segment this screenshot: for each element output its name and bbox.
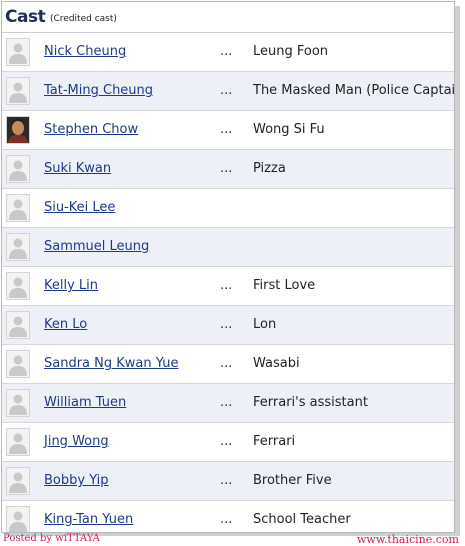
actor-name-link[interactable]: Jing Wong bbox=[44, 434, 109, 449]
cast-row: Tat-Ming Cheung... The Masked Man (Police… bbox=[2, 72, 454, 111]
cast-row: Suki Kwan... Pizza bbox=[2, 150, 454, 189]
character-name: Wong Si Fu bbox=[253, 122, 325, 137]
character-name: The Masked Man (Police Captain) bbox=[253, 83, 455, 98]
placeholder-avatar-icon[interactable] bbox=[6, 38, 30, 66]
role-separator: ... bbox=[220, 395, 233, 410]
role-separator: ... bbox=[220, 122, 233, 137]
placeholder-avatar-icon[interactable] bbox=[6, 194, 30, 222]
actor-name-link[interactable]: Bobby Yip bbox=[44, 473, 109, 488]
character-name: Brother Five bbox=[253, 473, 332, 488]
placeholder-avatar-icon[interactable] bbox=[6, 155, 30, 183]
cast-row: Sammuel Leung bbox=[2, 228, 454, 267]
role-separator: ... bbox=[220, 356, 233, 371]
frame-shadow-right bbox=[455, 6, 460, 534]
role-separator: ... bbox=[220, 83, 233, 98]
cast-title: Cast bbox=[5, 7, 46, 27]
character-name: Leung Foon bbox=[253, 44, 329, 59]
character-name: Ferrari bbox=[253, 434, 296, 449]
cast-subtitle: (Credited cast) bbox=[50, 14, 117, 24]
role-separator: ... bbox=[220, 317, 233, 332]
placeholder-avatar-icon[interactable] bbox=[6, 467, 30, 495]
actor-name-link[interactable]: Sandra Ng Kwan Yue bbox=[44, 356, 178, 371]
placeholder-avatar-icon[interactable] bbox=[6, 77, 30, 105]
actor-name-link[interactable]: Siu-Kei Lee bbox=[44, 200, 115, 215]
actor-name-link[interactable]: Sammuel Leung bbox=[44, 239, 149, 254]
character-name: Lon bbox=[253, 317, 277, 332]
cast-list: Nick Cheung... Leung Foon Tat-Ming Cheung.… bbox=[2, 33, 454, 532]
cast-row: Kelly Lin... First Love bbox=[2, 267, 454, 306]
placeholder-avatar-icon[interactable] bbox=[6, 506, 30, 532]
posted-by-watermark: Posted by wiTTAYA bbox=[3, 533, 100, 544]
placeholder-avatar-icon[interactable] bbox=[6, 272, 30, 300]
actor-name-link[interactable]: Kelly Lin bbox=[44, 278, 98, 293]
actor-name-link[interactable]: William Tuen bbox=[44, 395, 126, 410]
placeholder-avatar-icon[interactable] bbox=[6, 350, 30, 378]
character-name: Pizza bbox=[253, 161, 286, 176]
actor-name-link[interactable]: King-Tan Yuen bbox=[44, 512, 133, 527]
cast-row: Bobby Yip... Brother Five bbox=[2, 462, 454, 501]
role-separator: ... bbox=[220, 473, 233, 488]
placeholder-avatar-icon[interactable] bbox=[6, 311, 30, 339]
placeholder-avatar-icon[interactable] bbox=[6, 389, 30, 417]
character-name: School Teacher bbox=[253, 512, 351, 527]
actor-photo[interactable] bbox=[6, 116, 30, 144]
placeholder-avatar-icon[interactable] bbox=[6, 428, 30, 456]
cast-row: Stephen Chow... Wong Si Fu bbox=[2, 111, 454, 150]
cast-header: Cast (Credited cast) bbox=[2, 2, 454, 33]
cast-row: Sandra Ng Kwan Yue... Wasabi bbox=[2, 345, 454, 384]
role-separator: ... bbox=[220, 44, 233, 59]
actor-name-link[interactable]: Stephen Chow bbox=[44, 122, 138, 137]
actor-name-link[interactable]: Suki Kwan bbox=[44, 161, 111, 176]
site-url-watermark: www.thaicine.com bbox=[356, 533, 459, 546]
role-separator: ... bbox=[220, 161, 233, 176]
character-name: Wasabi bbox=[253, 356, 300, 371]
cast-row: Siu-Kei Lee bbox=[2, 189, 454, 228]
cast-row: King-Tan Yuen... School Teacher bbox=[2, 501, 454, 532]
actor-name-link[interactable]: Ken Lo bbox=[44, 317, 87, 332]
actor-name-link[interactable]: Tat-Ming Cheung bbox=[44, 83, 153, 98]
character-name: Ferrari's assistant bbox=[253, 395, 368, 410]
cast-panel: Cast (Credited cast) Nick Cheung... Leung… bbox=[1, 1, 455, 533]
cast-row: William Tuen... Ferrari's assistant bbox=[2, 384, 454, 423]
cast-row: Nick Cheung... Leung Foon bbox=[2, 33, 454, 72]
role-separator: ... bbox=[220, 278, 233, 293]
cast-row: Jing Wong... Ferrari bbox=[2, 423, 454, 462]
actor-name-link[interactable]: Nick Cheung bbox=[44, 44, 126, 59]
cast-row: Ken Lo... Lon bbox=[2, 306, 454, 345]
placeholder-avatar-icon[interactable] bbox=[6, 233, 30, 261]
role-separator: ... bbox=[220, 512, 233, 527]
role-separator: ... bbox=[220, 434, 233, 449]
character-name: First Love bbox=[253, 278, 316, 293]
